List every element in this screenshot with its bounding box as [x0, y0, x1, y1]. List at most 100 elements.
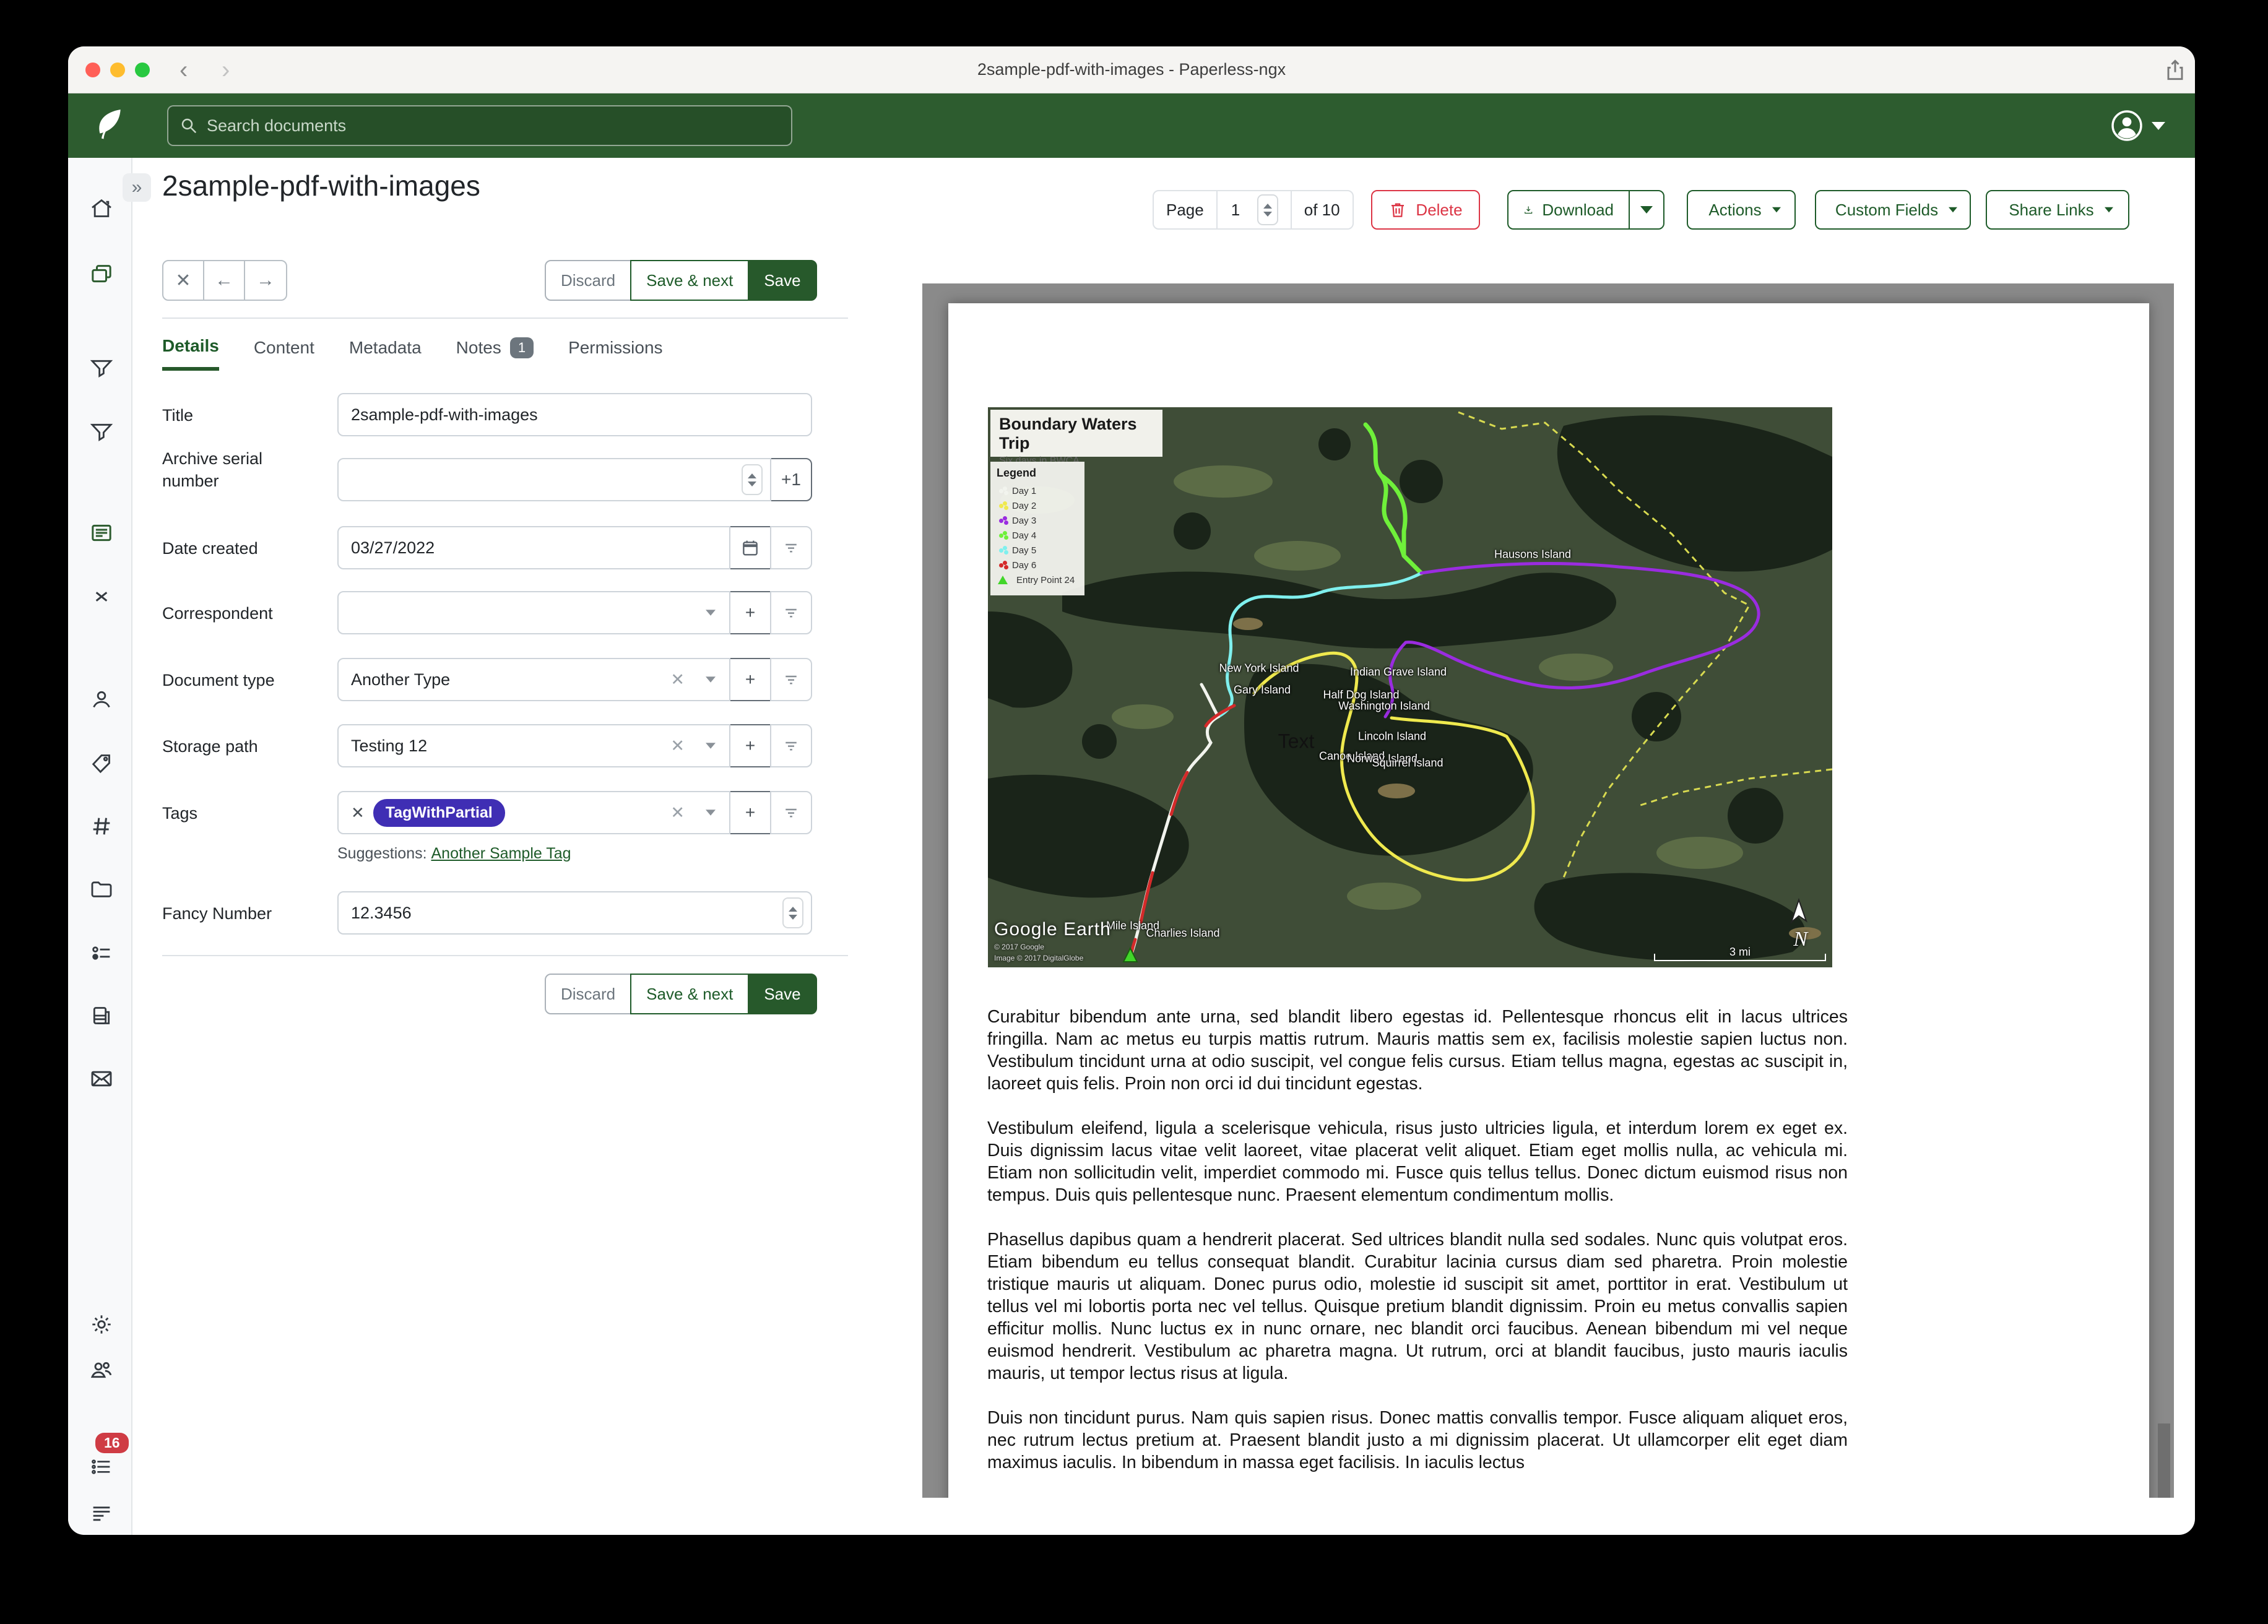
map-legend: Legend Day 1Day 2Day 3Day 4Day 5Day 6Ent…	[990, 462, 1084, 595]
save-group-bottom: Discard Save & next Save	[545, 974, 817, 1014]
notes-count-badge: 1	[510, 337, 534, 358]
fancy-number-input[interactable]: 12.3456	[337, 891, 812, 935]
storage-path-select[interactable]: Testing 12 ✕	[337, 724, 730, 767]
page-number-stepper[interactable]	[1257, 194, 1278, 225]
chevron-down-icon	[2105, 207, 2113, 212]
logs-icon[interactable]	[89, 1501, 114, 1526]
search-input[interactable]: Search documents	[167, 105, 792, 146]
tab-notes[interactable]: Notes1	[456, 337, 534, 369]
asn-plus-one-button[interactable]: +1	[770, 458, 812, 501]
save-next-button[interactable]: Save & next	[630, 260, 749, 301]
add-tag-button[interactable]: +	[729, 791, 771, 834]
documents-icon[interactable]	[89, 262, 114, 287]
date-created-input[interactable]: 03/27/2022	[337, 526, 730, 569]
suggested-tag-link[interactable]: Another Sample Tag	[431, 845, 571, 862]
clear-icon[interactable]: ✕	[670, 803, 685, 823]
tag-suggestions-button[interactable]	[770, 791, 812, 834]
correspondents-icon[interactable]	[89, 687, 114, 712]
custom-fields-icon[interactable]	[89, 941, 114, 965]
save-button[interactable]: Save	[748, 260, 816, 301]
user-menu[interactable]	[2111, 110, 2165, 142]
date-created-field: 03/27/2022	[337, 526, 812, 569]
close-window-button[interactable]	[85, 63, 100, 77]
plus-icon: +	[745, 736, 755, 756]
remove-tag-icon[interactable]: ✕	[351, 803, 365, 823]
document-types-icon[interactable]	[89, 814, 114, 839]
map-title-box: Boundary Waters Trip Six days in BWCA	[990, 410, 1162, 457]
download-options-button[interactable]	[1629, 190, 1664, 230]
document-paragraph: Vestibulum eleifend, ligula a scelerisqu…	[987, 1117, 1848, 1206]
date-picker-button[interactable]	[729, 526, 771, 569]
clear-icon[interactable]: ✕	[670, 670, 685, 689]
settings-icon[interactable]	[89, 1312, 114, 1337]
add-storage-path-button[interactable]: +	[729, 724, 771, 767]
mail-icon[interactable]	[89, 1066, 114, 1091]
users-groups-icon[interactable]	[89, 1357, 114, 1382]
document-type-select[interactable]: Another Type ✕	[337, 658, 730, 701]
browser-back-icon[interactable]: ‹	[180, 51, 188, 89]
filter-lines-icon	[782, 736, 800, 755]
correspondent-select[interactable]	[337, 591, 730, 634]
tags-label: Tags	[162, 802, 323, 824]
tab-details[interactable]: Details	[162, 336, 219, 371]
legend-item: Day 1	[997, 483, 1078, 498]
open-document-icon[interactable]	[89, 520, 114, 545]
custom-fields-button[interactable]: Custom Fields	[1815, 190, 1971, 230]
save-next-button[interactable]: Save & next	[630, 974, 749, 1014]
share-icon[interactable]	[2162, 56, 2189, 84]
title-input[interactable]: 2sample-pdf-with-images	[337, 393, 812, 436]
delete-button[interactable]: Delete	[1371, 190, 1480, 230]
discard-button[interactable]: Discard	[545, 974, 631, 1014]
chevron-down-icon	[706, 810, 716, 816]
previous-document-button[interactable]: ←	[204, 261, 245, 300]
search-icon	[180, 116, 198, 135]
tag-pill[interactable]: TagWithPartial	[373, 799, 505, 827]
storage-paths-icon[interactable]	[89, 877, 114, 902]
download-button[interactable]: Download	[1507, 190, 1630, 230]
legend-marker	[999, 504, 1003, 508]
asn-stepper[interactable]	[742, 464, 763, 495]
browser-forward-icon[interactable]: ›	[222, 51, 230, 89]
close-editor-button[interactable]: ✕	[163, 261, 204, 300]
clear-icon[interactable]: ✕	[670, 736, 685, 756]
minimize-window-button[interactable]	[110, 63, 125, 77]
actions-button[interactable]: Actions	[1687, 190, 1796, 230]
fancy-number-label: Fancy Number	[162, 902, 323, 925]
save-button[interactable]: Save	[748, 974, 816, 1014]
date-suggestions-button[interactable]	[770, 526, 812, 569]
correspondent-suggestions-button[interactable]	[770, 591, 812, 634]
document-type-suggestions-button[interactable]	[770, 658, 812, 701]
workflows-icon[interactable]	[89, 1003, 114, 1028]
close-document-icon[interactable]	[89, 584, 114, 609]
tags-select[interactable]: ✕ TagWithPartial ✕	[337, 791, 730, 834]
tags-icon[interactable]	[89, 751, 114, 775]
chevron-down-icon	[1772, 207, 1781, 212]
fancy-number-stepper[interactable]	[782, 897, 803, 928]
preview-scrollbar-thumb[interactable]	[2158, 1423, 2170, 1498]
next-document-button[interactable]: →	[245, 261, 286, 300]
zoom-window-button[interactable]	[135, 63, 150, 77]
filter-editor-icon[interactable]	[89, 420, 114, 444]
tab-metadata[interactable]: Metadata	[349, 338, 422, 369]
saved-views-icon[interactable]	[89, 356, 114, 381]
page-number-field[interactable]	[1218, 191, 1292, 228]
storage-path-label: Storage path	[162, 735, 323, 758]
map-island-label: New York Island	[1219, 662, 1299, 675]
asn-input[interactable]	[337, 458, 771, 501]
tab-content[interactable]: Content	[254, 338, 314, 369]
map-attribution: Google Earth © 2017 Google Image © 2017 …	[994, 919, 1111, 962]
page-number-input[interactable]	[1230, 200, 1251, 220]
tab-permissions[interactable]: Permissions	[568, 338, 662, 369]
storage-path-suggestions-button[interactable]	[770, 724, 812, 767]
map-figure: Hausons IslandNew York IslandGary Island…	[988, 407, 1832, 967]
tasks-icon[interactable]	[89, 1454, 114, 1479]
legend-item: Day 4	[997, 528, 1078, 543]
add-document-type-button[interactable]: +	[729, 658, 771, 701]
paperless-logo-icon[interactable]	[89, 105, 129, 144]
add-correspondent-button[interactable]: +	[729, 591, 771, 634]
filter-lines-icon	[782, 803, 800, 822]
discard-button[interactable]: Discard	[545, 260, 631, 301]
map-island-label: Hausons Island	[1494, 548, 1571, 561]
share-links-button[interactable]: Share Links	[1986, 190, 2129, 230]
window-titlebar: ‹ › 2sample-pdf-with-images - Paperless-…	[68, 46, 2195, 93]
